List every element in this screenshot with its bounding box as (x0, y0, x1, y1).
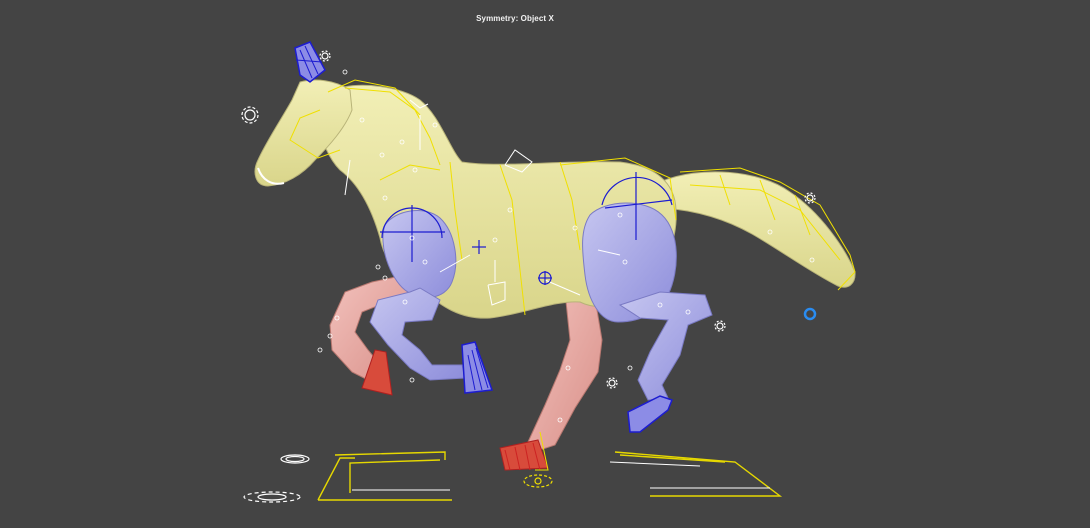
footprint-helpers[interactable] (317, 451, 783, 501)
3d-viewport[interactable]: Symmetry: Object X (0, 0, 1090, 528)
gear-icon[interactable] (714, 320, 726, 332)
viewport-scene[interactable] (0, 0, 1090, 528)
horse-head[interactable] (254, 79, 353, 187)
ground-gear-icon[interactable] (243, 491, 301, 503)
gear-icon[interactable] (241, 106, 259, 124)
right-hind-leg[interactable] (527, 291, 603, 451)
selection-ring-icon[interactable] (803, 307, 817, 321)
left-hind-leg[interactable] (618, 291, 713, 401)
ground-gear-icon[interactable] (280, 454, 310, 464)
gear-icon[interactable] (606, 377, 618, 389)
gear-icon[interactable] (319, 50, 331, 62)
ground-gear-icon[interactable] (523, 474, 553, 488)
tail[interactable] (659, 171, 856, 288)
left-hind-hoof[interactable] (627, 395, 673, 433)
footprint-white (352, 461, 770, 491)
